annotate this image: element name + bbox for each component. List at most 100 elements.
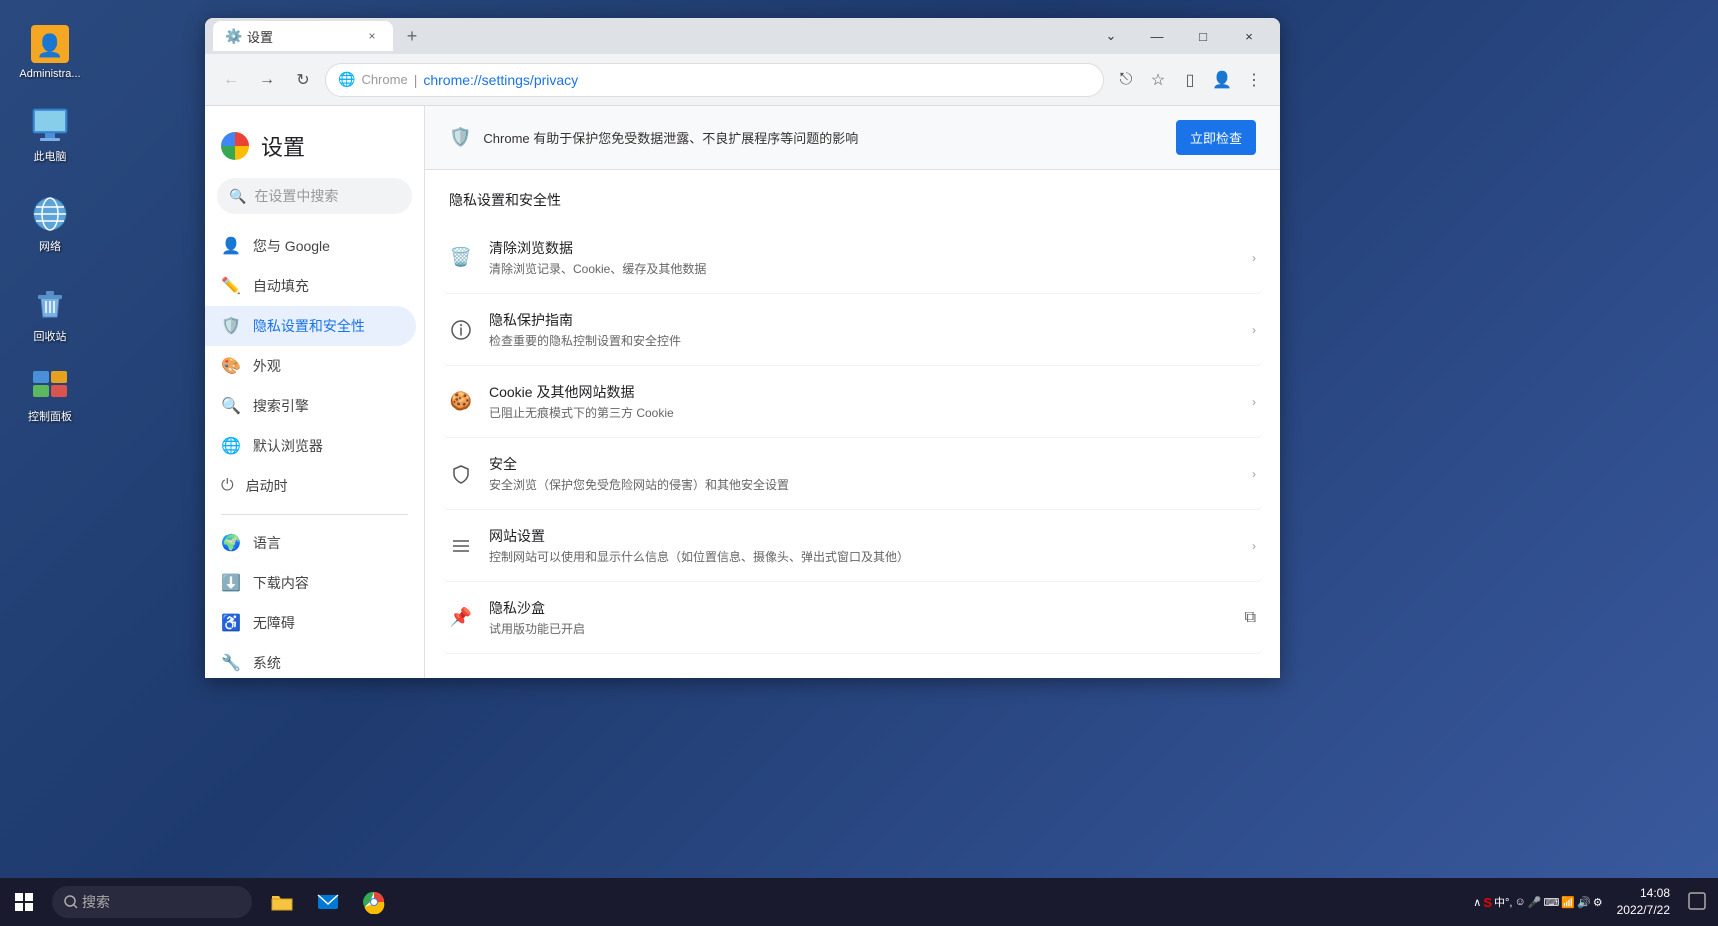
tray-up-arrow[interactable]: ∧ <box>1473 896 1481 909</box>
security-desc: 安全浏览（保护您免受危险网站的侵害）和其他安全设置 <box>489 476 1236 493</box>
taskbar-clock[interactable]: 14:08 2022/7/22 <box>1609 885 1678 919</box>
start-button[interactable] <box>0 878 48 926</box>
settings-item-privacy-sandbox[interactable]: 📌 隐私沙盒 试用版功能已开启 ⧉ <box>441 582 1264 654</box>
cookies-icon: 🍪 <box>449 390 473 414</box>
google-nav-icon: 👤 <box>221 236 241 256</box>
back-button[interactable]: ← <box>217 66 245 94</box>
tab-title: 设置 <box>247 27 273 46</box>
notification-button[interactable] <box>1684 892 1710 913</box>
sidebar-item-search[interactable]: 🔍 搜索引擎 <box>205 386 416 426</box>
settings-item-clear-browsing[interactable]: 🗑️ 清除浏览数据 清除浏览记录、Cookie、缓存及其他数据 › <box>441 222 1264 294</box>
privacy-nav-icon: 🛡️ <box>221 316 241 336</box>
settings-page-title: 设置 <box>261 130 305 162</box>
desktop-icon-control[interactable]: 控制面板 <box>10 360 90 428</box>
safety-text: Chrome 有助于保护您免受数据泄露、不良扩展程序等问题的影响 <box>483 128 1164 147</box>
privacy-section-title: 隐私设置和安全性 <box>425 170 1280 222</box>
external-link-icon: ⧉ <box>1245 609 1256 627</box>
menu-icon[interactable]: ⋮ <box>1240 66 1268 94</box>
settings-item-privacy-guide[interactable]: 隐私保护指南 检查重要的隐私控制设置和安全控件 › <box>441 294 1264 366</box>
share-icon[interactable]: ⎋ <box>1112 66 1140 94</box>
search-engine-nav-icon: 🔍 <box>221 396 241 416</box>
site-settings-desc: 控制网站可以使用和显示什么信息（如位置信息、摄像头、弹出式窗口及其他） <box>489 548 1236 565</box>
window-close-button[interactable]: × <box>1226 18 1272 54</box>
browser-content: 设置 🔍 在设置中搜索 👤 您与 Google ✏️ 自动填充 🛡️ 隐私设置和… <box>205 106 1280 678</box>
tab-close-button[interactable]: × <box>363 27 381 45</box>
safety-check-button[interactable]: 立即检查 <box>1176 120 1256 155</box>
sidebar-item-startup[interactable]: ⏻ 启动时 <box>205 466 416 506</box>
cookies-desc: 已阻止无痕模式下的第三方 Cookie <box>489 404 1236 421</box>
cookies-arrow-icon: › <box>1252 395 1256 409</box>
sidebar-item-accessibility[interactable]: ♿ 无障碍 <box>205 603 416 643</box>
sidebar-system-label: 系统 <box>253 653 281 673</box>
sidebar-item-system[interactable]: 🔧 系统 <box>205 643 416 678</box>
window-chevron-button[interactable]: ⌄ <box>1088 18 1134 54</box>
url-favicon-icon: 🌐 <box>338 71 355 88</box>
sidebar-item-privacy[interactable]: 🛡️ 隐私设置和安全性 <box>205 306 416 346</box>
sidebar-accessibility-label: 无障碍 <box>253 613 295 633</box>
sidebar-header: 设置 <box>205 118 424 178</box>
url-text: chrome://settings/privacy <box>423 72 578 88</box>
url-separator: | <box>414 72 418 88</box>
chrome-logo <box>221 132 249 160</box>
settings-item-security[interactable]: 安全 安全浏览（保护您免受危险网站的侵害）和其他安全设置 › <box>441 438 1264 510</box>
tab-favicon-icon: ⚙️ <box>225 28 241 44</box>
privacy-guide-arrow-icon: › <box>1252 323 1256 337</box>
privacy-sandbox-title: 隐私沙盒 <box>489 598 1229 618</box>
privacy-guide-icon <box>449 318 473 342</box>
profile-icon[interactable]: 👤 <box>1208 66 1236 94</box>
site-settings-arrow-icon: › <box>1252 539 1256 553</box>
sidebar-item-browser[interactable]: 🌐 默认浏览器 <box>205 426 416 466</box>
privacy-sandbox-icon: 📌 <box>449 606 473 630</box>
sidebar-search-label: 搜索引擎 <box>253 396 309 416</box>
system-nav-icon: 🔧 <box>221 653 241 673</box>
bookmark-icon[interactable]: ☆ <box>1144 66 1172 94</box>
window-maximize-button[interactable]: □ <box>1180 18 1226 54</box>
safety-banner: 🛡️ Chrome 有助于保护您免受数据泄露、不良扩展程序等问题的影响 立即检查 <box>425 106 1280 170</box>
refresh-button[interactable]: ↻ <box>289 66 317 94</box>
window-controls: ⌄ — □ × <box>1088 18 1272 54</box>
desktop-icon-this-pc[interactable]: 此电脑 <box>10 100 90 168</box>
url-bar[interactable]: 🌐 Chrome | chrome://settings/privacy <box>325 63 1104 97</box>
settings-search-box[interactable]: 🔍 在设置中搜索 <box>217 178 412 214</box>
forward-button[interactable]: → <box>253 66 281 94</box>
desktop-icon-recycle[interactable]: 回收站 <box>10 280 90 348</box>
sidebar-privacy-label: 隐私设置和安全性 <box>253 316 365 336</box>
settings-item-cookies[interactable]: 🍪 Cookie 及其他网站数据 已阻止无痕模式下的第三方 Cookie › <box>441 366 1264 438</box>
sidebar-item-download[interactable]: ⬇️ 下载内容 <box>205 563 416 603</box>
privacy-guide-title: 隐私保护指南 <box>489 310 1236 330</box>
safety-shield-icon: 🛡️ <box>449 127 471 148</box>
taskbar-chrome[interactable] <box>352 880 396 924</box>
taskbar-file-explorer[interactable] <box>260 880 304 924</box>
security-arrow-icon: › <box>1252 467 1256 481</box>
taskbar-search-placeholder: 搜索 <box>82 892 110 912</box>
settings-sidebar: 设置 🔍 在设置中搜索 👤 您与 Google ✏️ 自动填充 🛡️ 隐私设置和… <box>205 106 425 678</box>
taskbar-search[interactable]: 搜索 <box>52 886 252 918</box>
sidebar-item-appearance[interactable]: 🎨 外观 <box>205 346 416 386</box>
taskbar-pinned-icons <box>260 880 396 924</box>
clear-browsing-desc: 清除浏览记录、Cookie、缓存及其他数据 <box>489 260 1236 277</box>
emoji-icon: ☺ <box>1515 896 1526 908</box>
settings-list: 🗑️ 清除浏览数据 清除浏览记录、Cookie、缓存及其他数据 › <box>425 222 1280 654</box>
window-minimize-button[interactable]: — <box>1134 18 1180 54</box>
sidebar-item-google[interactable]: 👤 您与 Google <box>205 226 416 266</box>
startup-nav-icon: ⏻ <box>221 477 234 495</box>
desktop-icon-network[interactable]: 网络 <box>10 190 90 258</box>
address-right-icons: ⎋ ☆ ▯ 👤 ⋮ <box>1112 66 1268 94</box>
appearance-nav-icon: 🎨 <box>221 356 241 376</box>
sidebar-google-label: 您与 Google <box>253 236 330 256</box>
site-settings-icon <box>449 534 473 558</box>
split-view-icon[interactable]: ▯ <box>1176 66 1204 94</box>
browser-window: ⚙️ 设置 × + ⌄ — □ × ← → ↻ 🌐 Chrome | chrom… <box>205 18 1280 678</box>
browser-nav-icon: 🌐 <box>221 436 241 456</box>
desktop-icon-admin[interactable]: 👤 Administra... <box>10 20 90 84</box>
new-tab-button[interactable]: + <box>397 21 427 51</box>
sidebar-item-language[interactable]: 🌍 语言 <box>205 523 416 563</box>
taskbar-mail[interactable] <box>306 880 350 924</box>
clear-browsing-title: 清除浏览数据 <box>489 238 1236 258</box>
settings-item-site-settings[interactable]: 网站设置 控制网站可以使用和显示什么信息（如位置信息、摄像头、弹出式窗口及其他）… <box>441 510 1264 582</box>
sidebar-item-autofill[interactable]: ✏️ 自动填充 <box>205 266 416 306</box>
security-icon <box>449 462 473 486</box>
accessibility-nav-icon: ♿ <box>221 613 241 633</box>
browser-tab[interactable]: ⚙️ 设置 × <box>213 21 393 51</box>
privacy-guide-desc: 检查重要的隐私控制设置和安全控件 <box>489 332 1236 349</box>
